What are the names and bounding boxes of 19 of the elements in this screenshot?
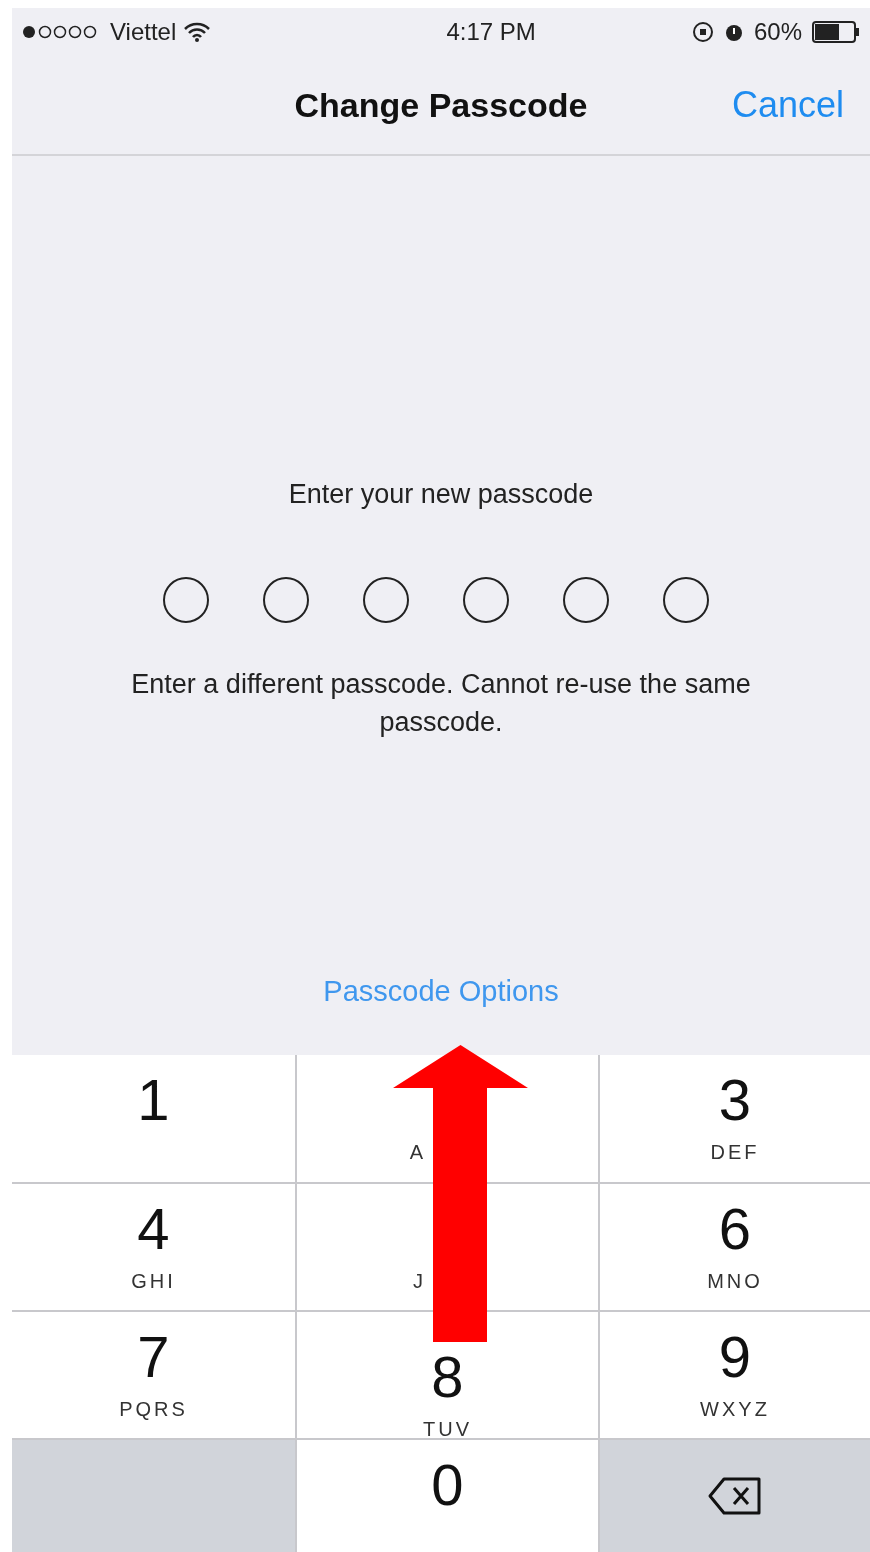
carrier-name: Viettel: [110, 17, 177, 47]
screen-title: Change Passcode: [294, 84, 588, 126]
keypad-key[interactable]: 1: [12, 1055, 295, 1182]
keypad-key[interactable]: 7 PQRS: [12, 1312, 295, 1438]
keypad-key[interactable]: 3 DEF: [600, 1055, 870, 1182]
keypad-key[interactable]: 9 WXYZ: [600, 1312, 870, 1438]
error-message: Enter a different passcode. Cannot re-use the same passcode.: [130, 667, 752, 739]
keypad-key[interactable]: 4 GHI: [12, 1184, 295, 1310]
delete-key[interactable]: [600, 1440, 870, 1552]
backspace-icon: [708, 1477, 762, 1515]
keypad-key[interactable]: 8 TUV: [297, 1312, 598, 1438]
keypad-key[interactable]: 0: [297, 1440, 598, 1552]
prompt-text: Enter your new passcode: [288, 478, 594, 511]
keypad-key[interactable]: 6 MNO: [600, 1184, 870, 1310]
rotation-lock-icon: [691, 21, 714, 43]
status-time: 4:17 PM: [446, 17, 536, 47]
wifi-icon: [184, 22, 211, 42]
battery-percent: 60%: [753, 17, 802, 47]
battery-icon: [812, 21, 860, 43]
